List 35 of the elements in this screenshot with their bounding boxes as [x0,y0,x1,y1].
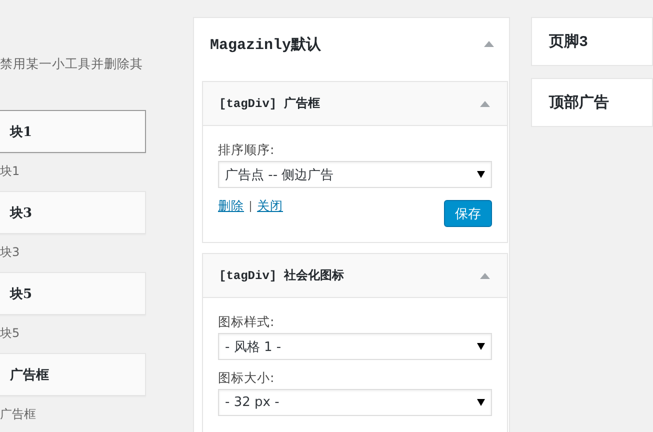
sidebar-title: 顶部广告 [549,93,609,112]
widget-card[interactable]: 块1 [0,110,146,153]
widget-card[interactable]: 块5 [0,272,146,315]
dropdown-arrow-icon [477,171,485,178]
collapse-arrow-icon[interactable] [480,100,490,106]
field-label: 图标大小: [218,370,276,387]
dropdown-arrow-icon [477,343,485,350]
dropdown-field[interactable]: - 风格 1 - [218,333,492,360]
delete-link[interactable]: 删除 [218,198,244,215]
collapse-arrow-icon[interactable] [484,41,494,47]
instruction-text: 禁用某一小工具并删除其 [0,56,144,73]
widget-description: 块5 [0,325,21,341]
collapse-arrow-icon[interactable] [480,272,490,278]
widget-description: 块1 [0,163,21,179]
sidebar-title[interactable]: Magazinly默认 [210,34,322,54]
widget-description: 块3 [0,244,21,260]
sidebar-panel[interactable]: 页脚3 [531,17,653,66]
widget-title: 块1 [10,124,32,140]
widget-title[interactable]: [tagDiv] 广告框 [219,95,320,112]
widget-title: 块5 [10,286,32,302]
widget-title: 广告框 [10,366,49,384]
sidebar-title: 页脚3 [549,32,588,51]
widget-title[interactable]: [tagDiv] 社会化图标 [219,267,344,284]
field-label: 图标样式: [218,314,276,331]
widget-description: 广告框 [0,406,37,422]
save-button[interactable]: 保存 [444,200,492,227]
widget-card[interactable]: 块3 [0,191,146,234]
widget-card[interactable]: 广告框 [0,353,146,396]
dropdown-field[interactable]: - 32 px - [218,389,492,416]
widget-title: 块3 [10,204,32,222]
field-label: 排序顺序: [218,142,276,159]
close-link[interactable]: 关闭 [257,198,283,215]
sidebar-panel[interactable]: 顶部广告 [531,78,653,127]
dropdown-arrow-icon [477,399,485,406]
dropdown-field[interactable]: 广告点 -- 侧边广告 [218,161,492,188]
